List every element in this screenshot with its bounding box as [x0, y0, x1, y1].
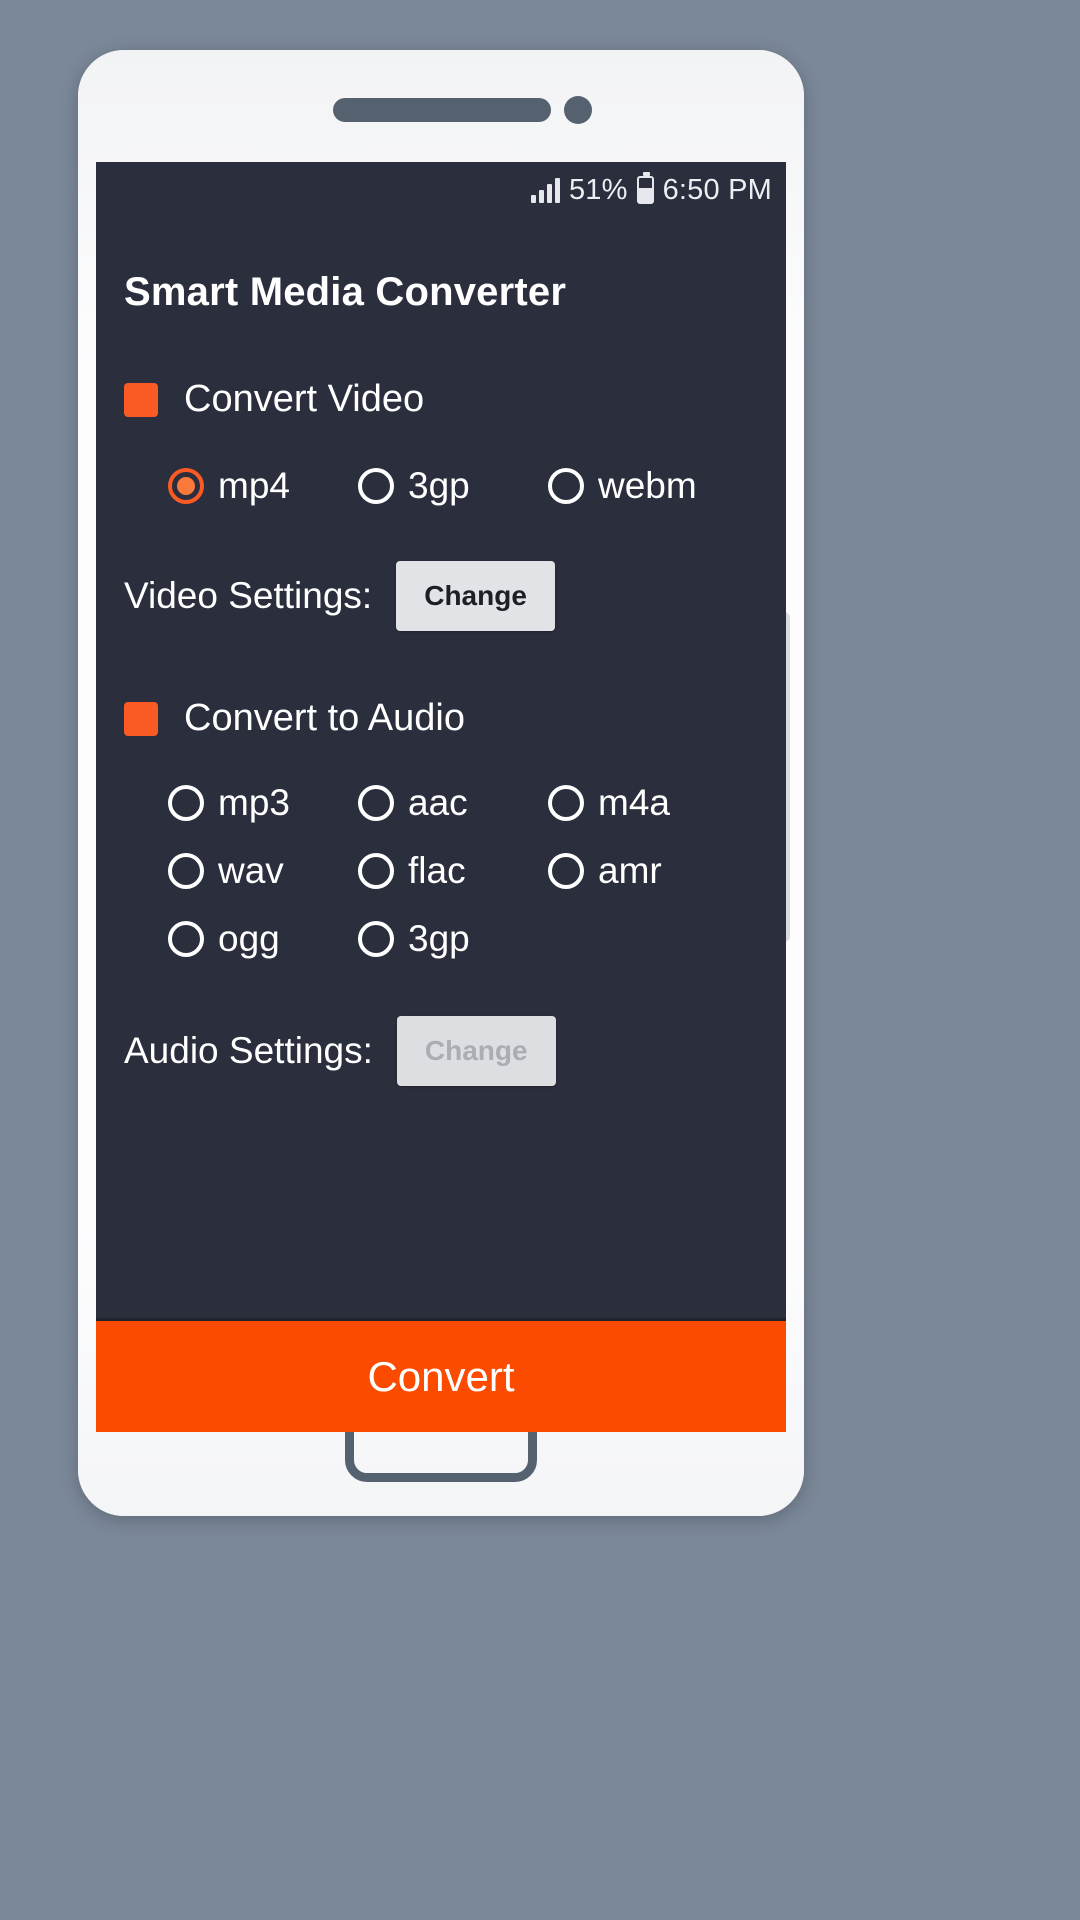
radio-icon [358, 921, 394, 957]
video-format-radio-group: mp4 3gp webm [124, 465, 758, 507]
video-settings-change-button[interactable]: Change [396, 561, 555, 631]
radio-icon [358, 468, 394, 504]
app-scroll-content: Smart Media Converter Convert Video mp4 … [96, 218, 786, 1318]
audio-format-row: wav flac amr [124, 850, 758, 892]
audio-format-option-ogg[interactable]: ogg [168, 918, 358, 960]
audio-format-label: ogg [218, 918, 280, 959]
radio-icon [358, 853, 394, 889]
audio-settings-row: Audio Settings: Change [124, 1016, 758, 1086]
earpiece-speaker [333, 98, 551, 122]
convert-video-checkbox-row[interactable]: Convert Video [124, 378, 758, 421]
front-camera-icon [564, 96, 592, 124]
radio-icon [548, 853, 584, 889]
audio-format-label: 3gp [408, 918, 470, 959]
audio-format-option-3gp[interactable]: 3gp [358, 918, 548, 960]
audio-format-option-wav[interactable]: wav [168, 850, 358, 892]
audio-format-row: mp3 aac m4a [124, 782, 758, 824]
radio-icon [168, 921, 204, 957]
radio-icon [168, 785, 204, 821]
audio-format-option-mp3[interactable]: mp3 [168, 782, 358, 824]
video-format-option-mp4[interactable]: mp4 [168, 465, 358, 507]
video-format-option-3gp[interactable]: 3gp [358, 465, 548, 507]
video-format-label: webm [598, 465, 697, 506]
audio-settings-label: Audio Settings: [124, 1030, 373, 1071]
convert-video-checkbox[interactable] [124, 382, 158, 417]
audio-format-option-flac[interactable]: flac [358, 850, 548, 892]
radio-icon [548, 468, 584, 504]
signal-bars-icon [530, 177, 560, 203]
video-format-label: mp4 [218, 465, 290, 506]
audio-format-option-amr[interactable]: amr [548, 850, 738, 892]
phone-screen: 51% 6:50 PM Smart Media Converter Conver… [96, 162, 786, 1432]
video-settings-row: Video Settings: Change [124, 561, 758, 631]
radio-icon [548, 785, 584, 821]
battery-icon [636, 172, 654, 204]
app-title: Smart Media Converter [124, 270, 567, 314]
audio-format-row: ogg 3gp [124, 918, 758, 960]
audio-format-label: mp3 [218, 782, 290, 823]
status-bar-clock: 6:50 PM [662, 173, 772, 206]
convert-button[interactable]: Convert [96, 1318, 786, 1432]
audio-format-label: wav [218, 850, 284, 891]
radio-icon [168, 853, 204, 889]
radio-icon [358, 785, 394, 821]
phone-device-frame: 51% 6:50 PM Smart Media Converter Conver… [78, 50, 804, 1516]
audio-format-label: aac [408, 782, 468, 823]
audio-format-label: amr [598, 850, 662, 891]
convert-audio-label: Convert to Audio [184, 697, 465, 739]
battery-percent-label: 51% [568, 173, 628, 206]
audio-format-label: flac [408, 850, 466, 891]
audio-settings-change-button[interactable]: Change [396, 1016, 556, 1086]
audio-format-radio-group: mp3 aac m4a wav flac amr ogg 3gp [124, 782, 758, 960]
convert-video-label: Convert Video [184, 378, 425, 420]
convert-audio-checkbox-row[interactable]: Convert to Audio [124, 697, 758, 740]
video-format-label: 3gp [408, 465, 470, 506]
app-container: Smart Media Converter Convert Video mp4 … [96, 218, 786, 1432]
radio-icon [168, 468, 204, 504]
convert-audio-checkbox[interactable] [124, 701, 158, 736]
status-bar: 51% 6:50 PM [96, 162, 786, 218]
audio-format-option-aac[interactable]: aac [358, 782, 548, 824]
video-settings-label: Video Settings: [124, 575, 373, 616]
audio-format-option-m4a[interactable]: m4a [548, 782, 738, 824]
audio-format-label: m4a [598, 782, 670, 823]
video-format-option-webm[interactable]: webm [548, 465, 738, 507]
